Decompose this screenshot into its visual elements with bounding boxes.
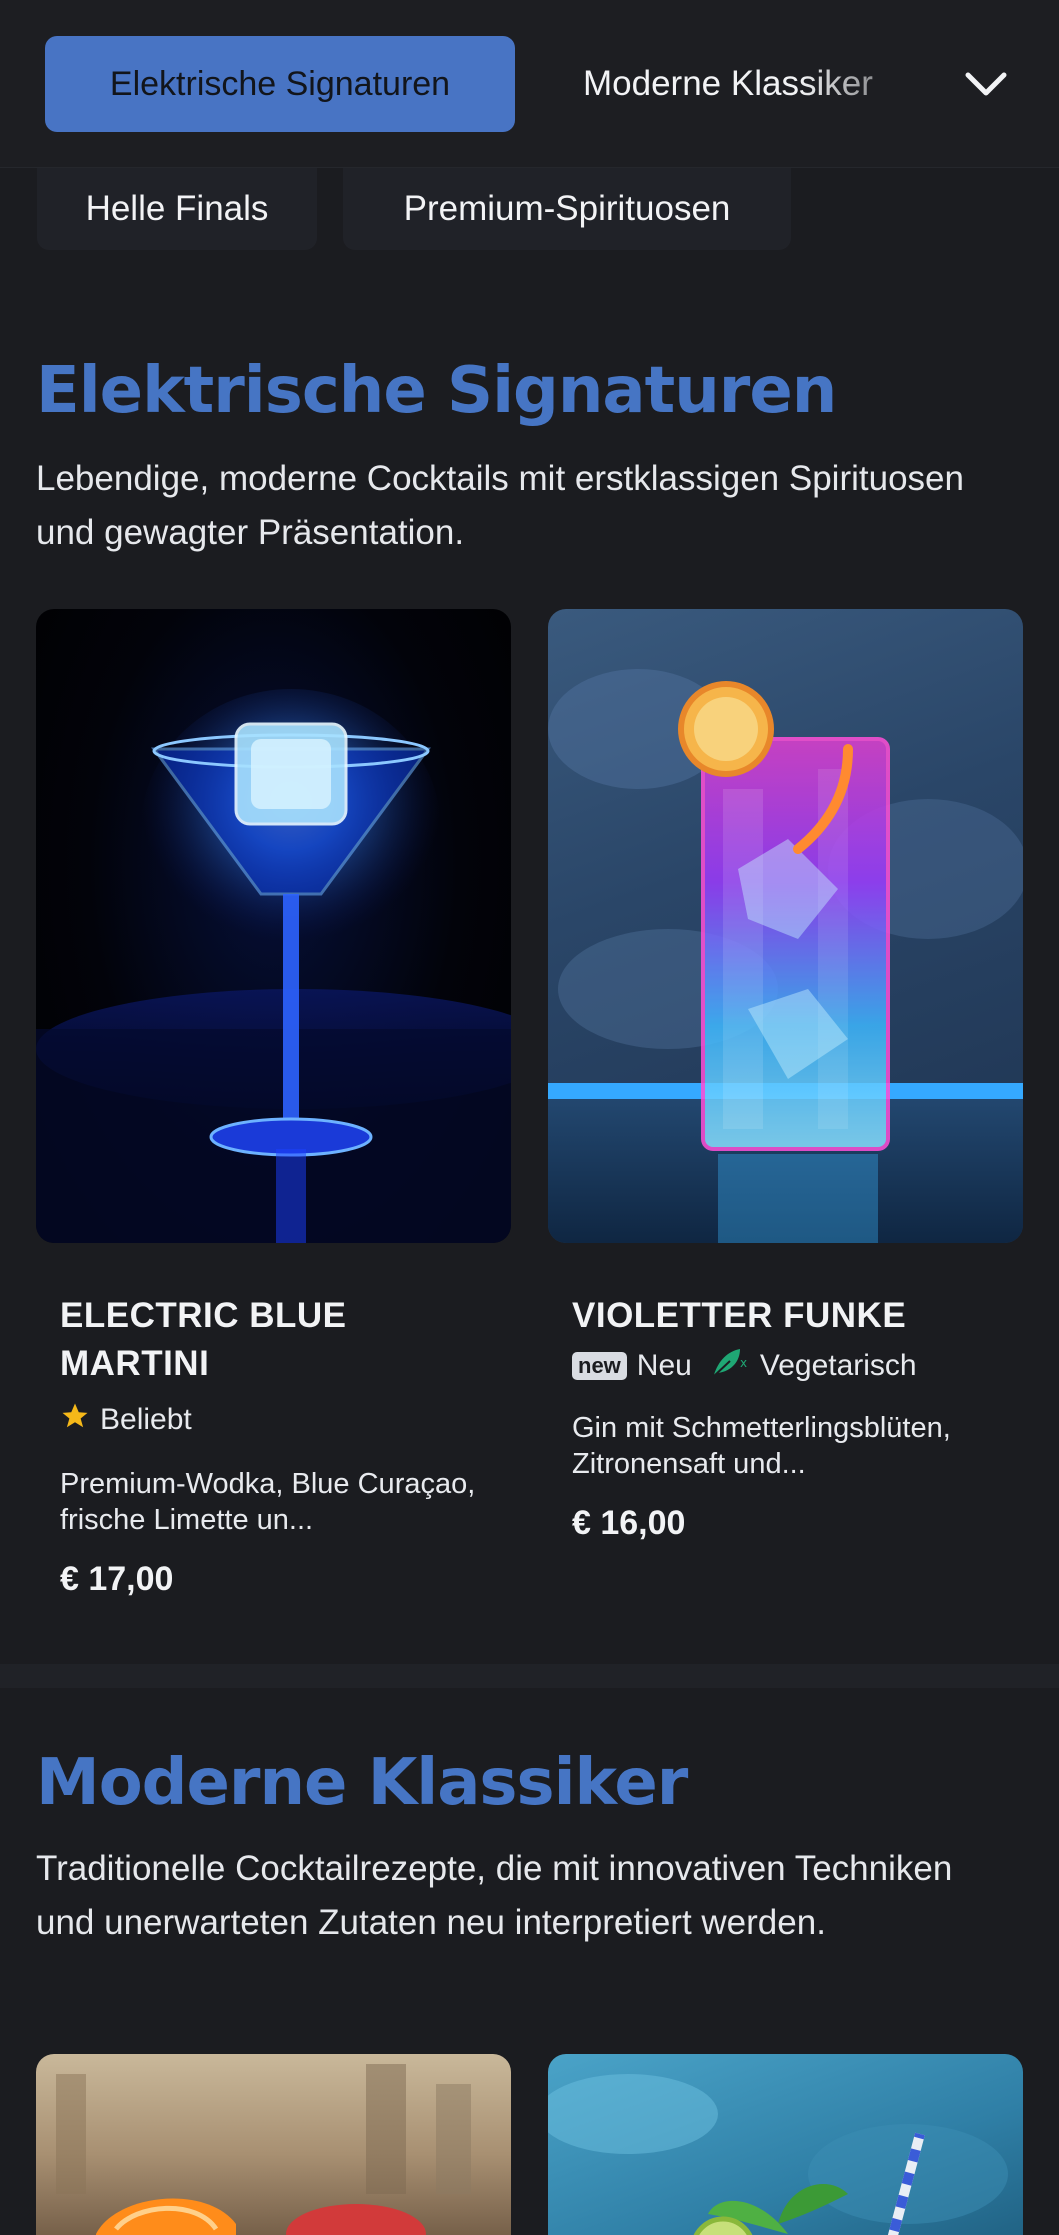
modern-classic-cocktail-image[interactable] [548, 2054, 1023, 2235]
item-tags: Beliebt [60, 1398, 500, 1442]
item-description: Premium-Wodka, Blue Curaçao, frische Lim… [60, 1468, 476, 1536]
item-name: ELECTRIC BLUE MARTINI [60, 1296, 347, 1383]
item-tags: new Neu x Vegetarisch [572, 1344, 1012, 1388]
star-icon [60, 1401, 90, 1439]
nav-tab-label: Elektrische Signaturen [109, 64, 451, 103]
nav-tab-label: Helle Finals [85, 189, 269, 228]
tag-vegetarian: x Vegetarisch [710, 1345, 917, 1387]
tag-popular: Beliebt [60, 1401, 192, 1439]
item-price: € 16,00 [572, 1504, 686, 1542]
tag-label: Neu [636, 1349, 692, 1382]
item-description: Gin mit Schmetterlingsblüten, Zitronensa… [572, 1412, 951, 1480]
new-badge-icon: new [572, 1352, 627, 1380]
category-nav: Elektrische Signaturen Moderne Klassiker [0, 0, 1059, 168]
item-price: € 17,00 [60, 1560, 174, 1598]
menu-item-card[interactable]: VIOLETTER FUNKE new Neu x Vegetarisch Gi… [572, 1292, 1012, 1543]
leaf-icon: x [710, 1345, 750, 1387]
section-description: Lebendige, moderne Cocktails mit erstkla… [36, 459, 964, 552]
menu-item-card[interactable]: ELECTRIC BLUE MARTINI Beliebt Premium-Wo… [60, 1292, 500, 1599]
nav-fade-overlay [800, 30, 950, 140]
violetter-funke-image[interactable] [548, 609, 1023, 1243]
item-name: VIOLETTER FUNKE [572, 1296, 907, 1335]
section-description: Traditionelle Cocktailrezepte, die mit i… [36, 1849, 953, 1942]
svg-text:x: x [740, 1356, 747, 1370]
section-title: Elektrische Signaturen [36, 354, 837, 428]
section-title: Moderne Klassiker [36, 1746, 688, 1820]
nav-tab-elektrische-signaturen[interactable]: Elektrische Signaturen [45, 36, 515, 132]
nav-tab-label: Premium-Spirituosen [403, 189, 731, 228]
nav-tab-premium-spirituosen[interactable]: Premium-Spirituosen [343, 168, 791, 250]
modern-classic-cocktail-image[interactable] [36, 2054, 511, 2235]
tag-label: Beliebt [100, 1403, 192, 1436]
tag-new: new Neu [572, 1349, 692, 1383]
electric-blue-martini-image[interactable] [36, 609, 511, 1243]
tag-label: Vegetarisch [759, 1349, 917, 1382]
nav-tab-helle-finals[interactable]: Helle Finals [37, 168, 317, 250]
section-divider [0, 1664, 1059, 1688]
chevron-down-icon[interactable] [958, 56, 1014, 112]
